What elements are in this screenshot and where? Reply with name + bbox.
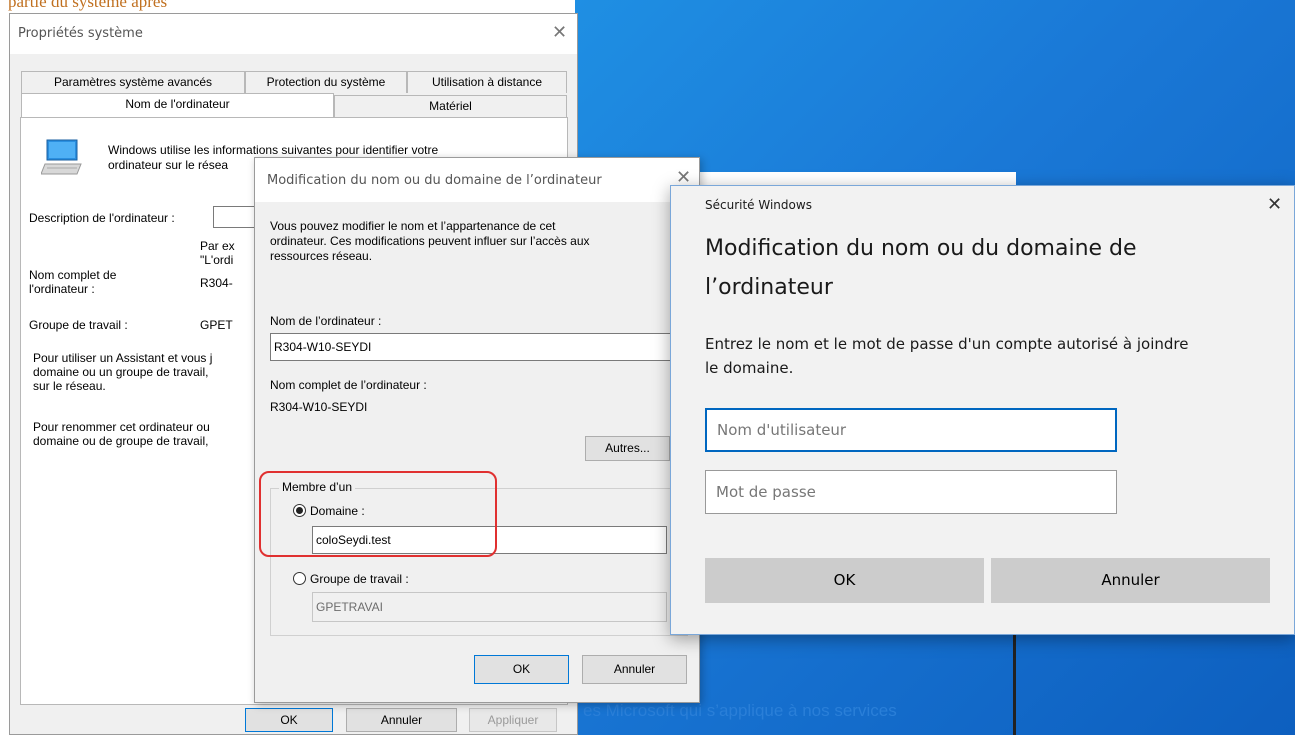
- tab-advanced-settings[interactable]: Paramètres système avancés: [21, 71, 245, 93]
- assistant-text: Pour utiliser un Assistant et vous j: [33, 351, 213, 365]
- example-text: Par ex: [200, 239, 235, 253]
- username-input[interactable]: [705, 408, 1117, 452]
- modify-name-dialog: Modification du nom ou du domaine de l’o…: [254, 157, 700, 703]
- computer-name-input[interactable]: R304-W10-SEYDI: [270, 333, 685, 361]
- crop-caption: partie du système après: [8, 0, 168, 11]
- info-text: Windows utilise les informations suivant…: [108, 143, 439, 157]
- computer-name-label: Nom de l’ordinateur :: [270, 314, 382, 328]
- system-properties-titlebar: Propriétés système ✕: [10, 14, 577, 54]
- workgroup-radio[interactable]: [293, 572, 306, 585]
- fullname-label: l'ordinateur :: [29, 282, 95, 296]
- apply-button[interactable]: Appliquer: [469, 708, 557, 732]
- workgroup-label: Groupe de travail :: [29, 318, 128, 332]
- tab-hardware[interactable]: Matériel: [334, 95, 567, 117]
- system-properties-title: Propriétés système: [18, 26, 143, 41]
- ok-button[interactable]: OK: [245, 708, 333, 732]
- security-instructions: le domaine.: [705, 359, 794, 377]
- windows-security-dialog: Sécurité Windows ✕ Modification du nom o…: [670, 185, 1295, 635]
- cancel-button[interactable]: Annuler: [582, 655, 687, 684]
- rename-text: domaine ou de groupe de travail,: [33, 434, 209, 448]
- fullname-value: R304-: [200, 276, 233, 290]
- cancel-button[interactable]: Annuler: [991, 558, 1270, 603]
- dialog-description: Vous pouvez modifier le nom et l’apparte…: [270, 219, 556, 233]
- assistant-text: sur le réseau.: [33, 379, 106, 393]
- fullname-label: Nom complet de l’ordinateur :: [270, 378, 427, 392]
- domain-highlight-annotation: [259, 471, 497, 557]
- dialog-description: ordinateur. Ces modifications peuvent in…: [270, 234, 590, 248]
- workgroup-label: Groupe de travail :: [310, 572, 409, 586]
- background-link-text: es Microsoft qui s’applique à nos servic…: [583, 701, 897, 720]
- tab-remote[interactable]: Utilisation à distance: [407, 71, 567, 93]
- security-heading: Modification du nom ou du domaine de: [705, 236, 1137, 261]
- fullname-value: R304-W10-SEYDI: [270, 400, 368, 414]
- cancel-button[interactable]: Annuler: [346, 708, 457, 732]
- fullname-label: Nom complet de: [29, 268, 117, 282]
- description-label: Description de l'ordinateur :: [29, 211, 175, 225]
- security-instructions: Entrez le nom et le mot de passe d'un co…: [705, 335, 1189, 353]
- ok-button[interactable]: OK: [474, 655, 569, 684]
- ok-button[interactable]: OK: [705, 558, 984, 603]
- tab-computer-name[interactable]: Nom de l'ordinateur: [21, 93, 334, 118]
- example-text: "L'ordi: [200, 253, 234, 267]
- workgroup-input[interactable]: GPETRAVAI: [312, 592, 667, 622]
- close-icon[interactable]: ✕: [1267, 194, 1282, 215]
- more-button[interactable]: Autres...: [585, 436, 670, 461]
- modify-name-titlebar: Modification du nom ou du domaine de l’o…: [255, 158, 699, 202]
- workgroup-value: GPET: [200, 318, 233, 332]
- dialog-description: ressources réseau.: [270, 249, 373, 263]
- rename-text: Pour renommer cet ordinateur ou: [33, 420, 210, 434]
- password-input[interactable]: [705, 470, 1117, 514]
- tab-system-protection[interactable]: Protection du système: [245, 71, 407, 93]
- background-divider: [1013, 698, 1015, 735]
- modify-name-title: Modification du nom ou du domaine de l’o…: [267, 173, 602, 188]
- assistant-text: domaine ou un groupe de travail,: [33, 365, 209, 379]
- close-icon[interactable]: ✕: [552, 22, 567, 43]
- security-heading: l’ordinateur: [705, 275, 833, 300]
- security-title: Sécurité Windows: [705, 198, 812, 212]
- computer-icon: [41, 139, 82, 175]
